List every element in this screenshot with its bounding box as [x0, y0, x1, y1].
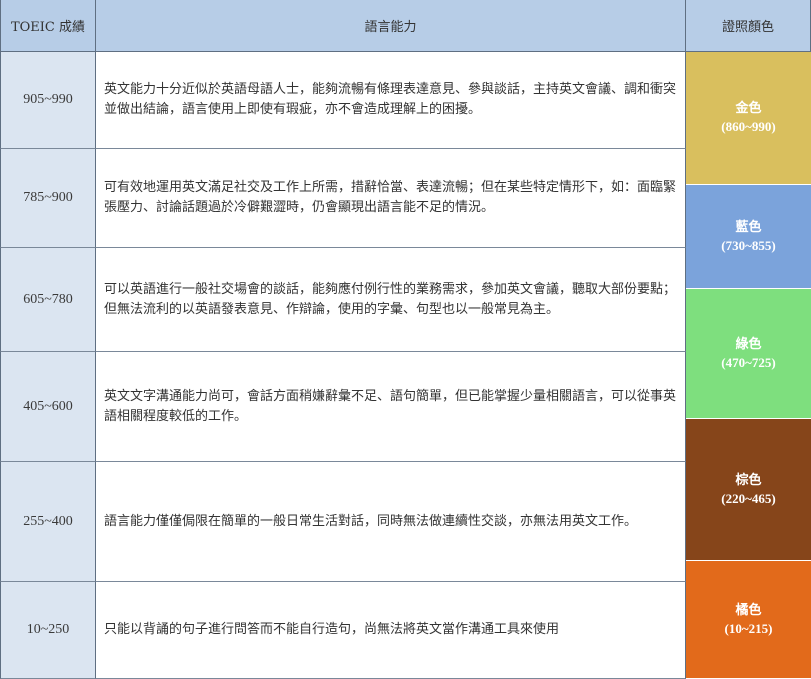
score-cell: 255~400	[0, 462, 96, 582]
cert-gold: 金色 (860~990)	[686, 52, 811, 185]
cert-range: (730~855)	[721, 237, 776, 253]
cert-blue: 藍色 (730~855)	[686, 185, 811, 289]
ability-description: 英文能力十分近似於英語母語人士，能夠流暢有條理表達意見、參與談話，主持英文會議、…	[96, 52, 686, 149]
cert-name: 橘色	[735, 602, 762, 618]
cert-brown: 棕色 (220~465)	[686, 419, 811, 561]
cert-range: (470~725)	[721, 354, 776, 370]
ability-description: 英文文字溝通能力尚可，會話方面稍嫌辭彙不足、語句簡單，但已能掌握少量相關語言，可…	[96, 352, 686, 462]
cert-name: 金色	[735, 101, 762, 116]
ability-text: 可以英語進行一般社交場會的談話，能夠應付例行性的業務需求，參加英文會議，聽取大部…	[104, 281, 677, 317]
score-cell: 785~900	[0, 149, 96, 248]
ability-text: 語言能力僅僅侷限在簡單的一般日常生活對話，同時無法做連續性交談，亦無法用英文工作…	[104, 513, 638, 529]
ability-description: 語言能力僅僅侷限在簡單的一般日常生活對話，同時無法做連續性交談，亦無法用英文工作…	[96, 462, 686, 582]
score-cell: 405~600	[0, 352, 96, 462]
ability-description: 只能以背誦的句子進行問答而不能自行造句，尚無法將英文當作溝通工具來使用	[96, 582, 686, 679]
ability-description: 可有效地運用英文滿足社交及工作上所需，措辭恰當、表達流暢；但在某些特定情形下，如…	[96, 149, 686, 248]
cert-name: 綠色	[735, 336, 762, 352]
ability-text: 英文文字溝通能力尚可，會話方面稍嫌辭彙不足、語句簡單，但已能掌握少量相關語言，可…	[104, 388, 677, 424]
ability-text: 只能以背誦的句子進行問答而不能自行造句，尚無法將英文當作溝通工具來使用	[104, 622, 560, 637]
cert-range: (10~215)	[724, 620, 773, 636]
cert-range: (860~990)	[721, 119, 776, 134]
toeic-table: TOEIC 成績 語言能力 證照顏色 905~990 英文能力十分近似於英語母語…	[0, 0, 811, 679]
score-cell: 10~250	[0, 582, 96, 679]
cert-orange: 橘色 (10~215)	[686, 561, 811, 679]
header-score: TOEIC 成績	[0, 0, 96, 52]
cert-name: 棕色	[735, 472, 762, 488]
cert-green: 綠色 (470~725)	[686, 289, 811, 419]
ability-description: 可以英語進行一般社交場會的談話，能夠應付例行性的業務需求，參加英文會議，聽取大部…	[96, 248, 686, 352]
score-cell: 905~990	[0, 52, 96, 149]
cert-name: 藍色	[735, 219, 762, 235]
ability-text: 英文能力十分近似於英語母語人士，能夠流暢有條理表達意見、參與談話，主持英文會議、…	[104, 82, 677, 117]
header-cert-color: 證照顏色	[686, 0, 811, 52]
cert-range: (220~465)	[721, 490, 776, 506]
header-ability: 語言能力	[96, 0, 686, 52]
score-cell: 605~780	[0, 248, 96, 352]
ability-text: 可有效地運用英文滿足社交及工作上所需，措辭恰當、表達流暢；但在某些特定情形下，如…	[104, 180, 677, 215]
